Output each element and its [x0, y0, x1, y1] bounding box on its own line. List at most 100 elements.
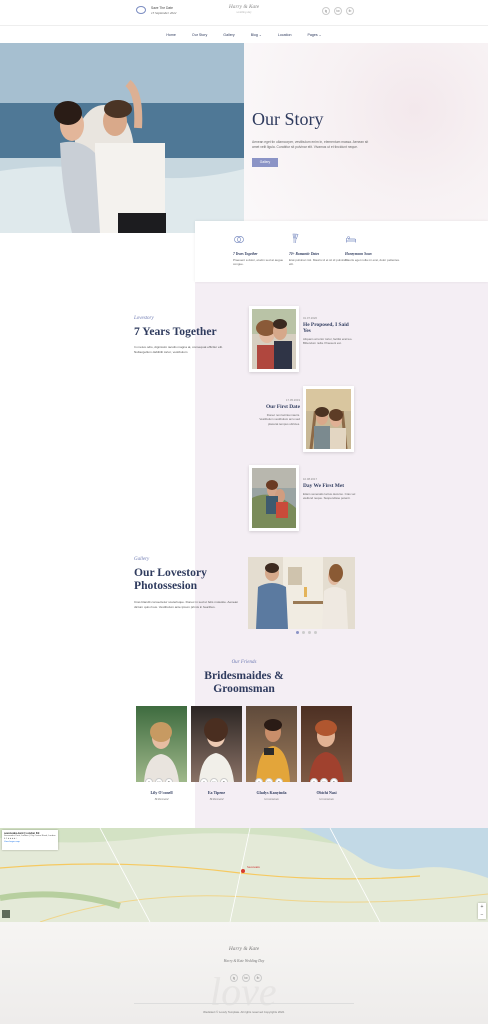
- nav-home[interactable]: Home: [158, 26, 184, 43]
- gallery-pagination: [296, 631, 317, 634]
- pagination-dot[interactable]: [302, 631, 305, 634]
- nav-our-story[interactable]: Our Story: [184, 26, 215, 43]
- save-date-value: 15 September 2022: [151, 10, 177, 15]
- team-card: ig tw fb Obichi Nasi Groomsman: [301, 706, 352, 801]
- member-name: Ea Tipene: [207, 790, 226, 795]
- timeline-photo-3: [249, 465, 299, 531]
- team-script: Our Friends: [231, 660, 257, 665]
- member-photo: ig tw fb: [246, 706, 297, 782]
- gallery-text: Cras blandit consectetur scelerisque. Do…: [134, 600, 239, 609]
- rings-icon: [136, 6, 146, 15]
- map-info-card: sevenoaks-kent | London Kit Sevenoaks Ke…: [2, 830, 58, 850]
- member-name: Lily O'conell: [150, 790, 173, 795]
- timeline-item-2: 17.05.2019 Our First Date Donec non laci…: [252, 398, 300, 426]
- instagram-icon[interactable]: ig: [200, 778, 208, 782]
- member-socials: ig tw fb: [310, 778, 338, 782]
- facebook-icon[interactable]: fb: [254, 974, 262, 982]
- facebook-icon[interactable]: fb: [346, 7, 354, 15]
- bed-icon: [346, 236, 356, 243]
- member-role: Groomsman: [319, 797, 334, 801]
- timeline-text: Donec non lacinia mauris. Vestibulum ves…: [259, 413, 300, 426]
- timeline-date: 17.05.2019: [286, 398, 300, 402]
- instagram-icon[interactable]: ig: [310, 778, 318, 782]
- member-socials: ig tw fb: [145, 778, 173, 782]
- footer-copyright: Wedsitect © Lovely Template. All rights …: [203, 1010, 285, 1014]
- facebook-icon[interactable]: fb: [330, 778, 338, 782]
- twitter-icon[interactable]: tw: [320, 778, 328, 782]
- nav-location[interactable]: Location: [270, 26, 300, 43]
- save-the-date: Save The Date 15 September 2022: [136, 6, 176, 15]
- feature-text: Erat pulvinar nisl. Mauris id et sit id …: [289, 258, 347, 267]
- timeline-photo-2: [303, 386, 354, 452]
- map-marker-label: Sevenoaks: [247, 866, 260, 869]
- feature-title: Honeymoon Soon: [345, 252, 372, 256]
- hero-title: Our Story: [252, 109, 324, 129]
- lovestory-title: 7 Years Together: [134, 325, 217, 338]
- team-card: ig tw fb Ea Tipene Bridesmaid: [191, 706, 242, 801]
- timeline-text: Aliquam at tortor tortor, facilisi erat …: [303, 337, 353, 346]
- twitter-icon[interactable]: tw: [265, 778, 273, 782]
- location-map[interactable]: [0, 828, 488, 922]
- timeline-text: Etiam venenatis luctus decurso. Cras vel…: [303, 492, 356, 501]
- zoom-in-button[interactable]: +: [478, 903, 486, 911]
- pagination-dot[interactable]: [308, 631, 311, 634]
- timeline-title: Day We First Met: [303, 483, 345, 489]
- member-photo: ig tw fb: [136, 706, 187, 782]
- twitter-icon[interactable]: tw: [210, 778, 218, 782]
- gallery-slide-photo[interactable]: [248, 557, 355, 629]
- member-socials: ig tw fb: [200, 778, 228, 782]
- timeline-date: 10.08.2017: [303, 477, 317, 481]
- logo-subtext: wedding day: [236, 10, 252, 14]
- timeline-item-1: 01.07.2020 He Proposed, I Said Yes Aliqu…: [303, 316, 357, 346]
- hero-couple-photo: [0, 43, 244, 233]
- member-socials: ig tw fb: [255, 778, 283, 782]
- hero-panel: [244, 43, 488, 233]
- gallery-script: Gallery: [134, 557, 150, 562]
- member-photo: ig tw fb: [191, 706, 242, 782]
- feature-honeymoon: Honeymoon Soon Mauris eget nulla mi erat…: [345, 233, 405, 262]
- gallery-title: Our Lovestory Photossesion: [134, 566, 207, 592]
- instagram-icon[interactable]: ig: [145, 778, 153, 782]
- pagination-dot[interactable]: [314, 631, 317, 634]
- footer-divider: [134, 1003, 354, 1004]
- feature-text: Praesent a dolor, etudm sed at augue con…: [233, 258, 284, 267]
- instagram-icon[interactable]: ig: [230, 974, 238, 982]
- member-photo: ig tw fb: [301, 706, 352, 782]
- team-card: ig tw fb Gladys Kanyinda Groomsman: [246, 706, 297, 801]
- facebook-icon[interactable]: fb: [220, 778, 228, 782]
- footer-tagline: Harry & Kate Wedding Day: [223, 959, 265, 963]
- footer-logo[interactable]: Harry & Kate: [210, 946, 278, 952]
- nav-gallery[interactable]: Gallery: [215, 26, 242, 43]
- facebook-icon[interactable]: fb: [275, 778, 283, 782]
- instagram-icon[interactable]: ig: [322, 7, 330, 15]
- main-nav: Home Our Story Gallery Blog ⌄ Location P…: [0, 26, 488, 44]
- pagination-dot[interactable]: [296, 631, 299, 634]
- nav-blog[interactable]: Blog ⌄: [243, 26, 270, 43]
- facebook-icon[interactable]: fb: [165, 778, 173, 782]
- features-strip: 7 Years Together Praesent a dolor, etudm…: [195, 221, 488, 282]
- feature-title: 7 Years Together: [233, 252, 258, 256]
- timeline-title: He Proposed, I Said Yes: [303, 322, 349, 334]
- header-socials: ig tw fb: [322, 7, 354, 15]
- champagne-icon: [292, 233, 299, 244]
- lovestory-script: Lovestory: [134, 316, 154, 321]
- map-zoom-controls: + −: [478, 903, 486, 919]
- twitter-icon[interactable]: tw: [334, 7, 342, 15]
- twitter-icon[interactable]: tw: [155, 778, 163, 782]
- lovestory-text: In metus odio, dignissim iaculis magna a…: [134, 345, 223, 354]
- hero-text: Aenean eget tin ullamcorper, vestibulum …: [252, 140, 369, 150]
- member-name: Obichi Nasi: [316, 790, 337, 795]
- street-view-icon[interactable]: [2, 910, 10, 918]
- timeline-date: 01.07.2020: [303, 316, 317, 320]
- gallery-button[interactable]: Gallery: [252, 158, 278, 167]
- feature-years: 7 Years Together Praesent a dolor, etudm…: [233, 233, 293, 267]
- map-larger-link[interactable]: View larger map: [4, 841, 56, 843]
- feature-title: 70+ Romantic Dates: [289, 252, 320, 256]
- footer-socials: ig tw fb: [230, 974, 262, 982]
- nav-pages[interactable]: Pages ⌄: [299, 26, 329, 43]
- site-logo[interactable]: Harry & Kate wedding day: [210, 4, 278, 14]
- instagram-icon[interactable]: ig: [255, 778, 263, 782]
- twitter-icon[interactable]: tw: [242, 974, 250, 982]
- zoom-out-button[interactable]: −: [478, 911, 486, 919]
- timeline-item-3: 10.08.2017 Day We First Met Etiam venena…: [303, 477, 357, 501]
